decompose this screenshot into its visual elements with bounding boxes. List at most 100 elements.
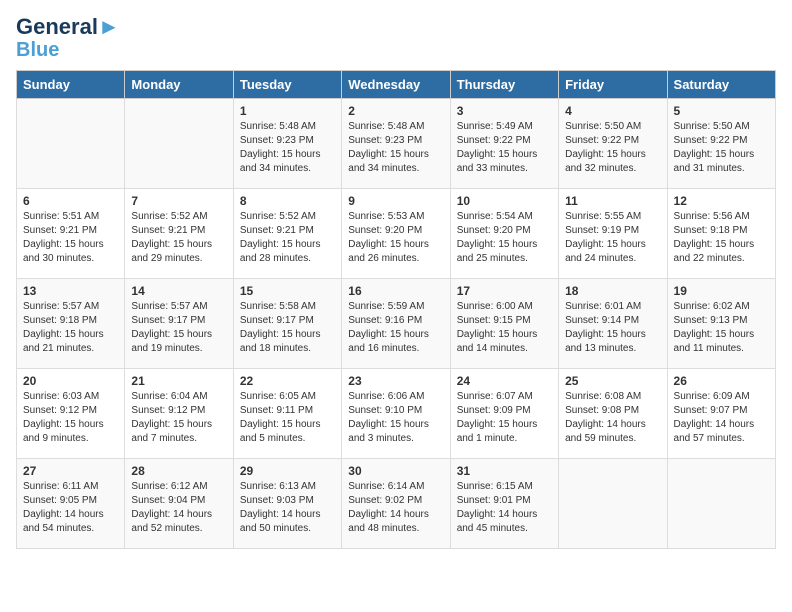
- day-number: 29: [240, 464, 335, 478]
- day-cell: 20 Sunrise: 6:03 AMSunset: 9:12 PMDaylig…: [17, 369, 125, 459]
- week-row-4: 20 Sunrise: 6:03 AMSunset: 9:12 PMDaylig…: [17, 369, 776, 459]
- day-cell: [667, 459, 775, 549]
- day-number: 31: [457, 464, 552, 478]
- day-cell: 23 Sunrise: 6:06 AMSunset: 9:10 PMDaylig…: [342, 369, 450, 459]
- day-number: 5: [674, 104, 769, 118]
- day-cell: 24 Sunrise: 6:07 AMSunset: 9:09 PMDaylig…: [450, 369, 558, 459]
- day-info: Sunrise: 6:12 AMSunset: 9:04 PMDaylight:…: [131, 480, 226, 536]
- day-info: Sunrise: 5:51 AMSunset: 9:21 PMDaylight:…: [23, 210, 118, 266]
- day-info: Sunrise: 6:13 AMSunset: 9:03 PMDaylight:…: [240, 480, 335, 536]
- day-cell: 28 Sunrise: 6:12 AMSunset: 9:04 PMDaylig…: [125, 459, 233, 549]
- day-info: Sunrise: 6:02 AMSunset: 9:13 PMDaylight:…: [674, 300, 769, 356]
- day-cell: [17, 99, 125, 189]
- day-cell: 27 Sunrise: 6:11 AMSunset: 9:05 PMDaylig…: [17, 459, 125, 549]
- day-info: Sunrise: 6:05 AMSunset: 9:11 PMDaylight:…: [240, 390, 335, 446]
- week-row-1: 1 Sunrise: 5:48 AMSunset: 9:23 PMDayligh…: [17, 99, 776, 189]
- day-cell: 13 Sunrise: 5:57 AMSunset: 9:18 PMDaylig…: [17, 279, 125, 369]
- calendar-table: SundayMondayTuesdayWednesdayThursdayFrid…: [16, 70, 776, 549]
- day-cell: 31 Sunrise: 6:15 AMSunset: 9:01 PMDaylig…: [450, 459, 558, 549]
- day-number: 14: [131, 284, 226, 298]
- logo-text: General► Blue: [16, 16, 120, 60]
- day-cell: 19 Sunrise: 6:02 AMSunset: 9:13 PMDaylig…: [667, 279, 775, 369]
- day-info: Sunrise: 5:48 AMSunset: 9:23 PMDaylight:…: [348, 120, 443, 176]
- day-number: 27: [23, 464, 118, 478]
- day-cell: [125, 99, 233, 189]
- day-cell: 17 Sunrise: 6:00 AMSunset: 9:15 PMDaylig…: [450, 279, 558, 369]
- day-cell: 5 Sunrise: 5:50 AMSunset: 9:22 PMDayligh…: [667, 99, 775, 189]
- day-info: Sunrise: 5:50 AMSunset: 9:22 PMDaylight:…: [565, 120, 660, 176]
- day-cell: 18 Sunrise: 6:01 AMSunset: 9:14 PMDaylig…: [559, 279, 667, 369]
- day-info: Sunrise: 5:54 AMSunset: 9:20 PMDaylight:…: [457, 210, 552, 266]
- header-saturday: Saturday: [667, 71, 775, 99]
- day-cell: 29 Sunrise: 6:13 AMSunset: 9:03 PMDaylig…: [233, 459, 341, 549]
- day-cell: 30 Sunrise: 6:14 AMSunset: 9:02 PMDaylig…: [342, 459, 450, 549]
- day-number: 25: [565, 374, 660, 388]
- header-wednesday: Wednesday: [342, 71, 450, 99]
- day-cell: 1 Sunrise: 5:48 AMSunset: 9:23 PMDayligh…: [233, 99, 341, 189]
- day-cell: 4 Sunrise: 5:50 AMSunset: 9:22 PMDayligh…: [559, 99, 667, 189]
- week-row-2: 6 Sunrise: 5:51 AMSunset: 9:21 PMDayligh…: [17, 189, 776, 279]
- header-monday: Monday: [125, 71, 233, 99]
- day-number: 1: [240, 104, 335, 118]
- day-cell: 8 Sunrise: 5:52 AMSunset: 9:21 PMDayligh…: [233, 189, 341, 279]
- logo: General► Blue: [16, 16, 120, 60]
- calendar-body: 1 Sunrise: 5:48 AMSunset: 9:23 PMDayligh…: [17, 99, 776, 549]
- day-cell: 10 Sunrise: 5:54 AMSunset: 9:20 PMDaylig…: [450, 189, 558, 279]
- day-number: 12: [674, 194, 769, 208]
- day-info: Sunrise: 5:56 AMSunset: 9:18 PMDaylight:…: [674, 210, 769, 266]
- day-number: 24: [457, 374, 552, 388]
- page-header: General► Blue: [16, 16, 776, 60]
- day-number: 7: [131, 194, 226, 208]
- day-cell: 16 Sunrise: 5:59 AMSunset: 9:16 PMDaylig…: [342, 279, 450, 369]
- day-info: Sunrise: 5:48 AMSunset: 9:23 PMDaylight:…: [240, 120, 335, 176]
- day-info: Sunrise: 5:57 AMSunset: 9:18 PMDaylight:…: [23, 300, 118, 356]
- day-cell: 25 Sunrise: 6:08 AMSunset: 9:08 PMDaylig…: [559, 369, 667, 459]
- day-number: 20: [23, 374, 118, 388]
- day-number: 23: [348, 374, 443, 388]
- day-cell: 21 Sunrise: 6:04 AMSunset: 9:12 PMDaylig…: [125, 369, 233, 459]
- header-sunday: Sunday: [17, 71, 125, 99]
- day-info: Sunrise: 5:58 AMSunset: 9:17 PMDaylight:…: [240, 300, 335, 356]
- day-number: 9: [348, 194, 443, 208]
- day-number: 28: [131, 464, 226, 478]
- day-info: Sunrise: 6:06 AMSunset: 9:10 PMDaylight:…: [348, 390, 443, 446]
- day-info: Sunrise: 6:00 AMSunset: 9:15 PMDaylight:…: [457, 300, 552, 356]
- day-number: 8: [240, 194, 335, 208]
- day-number: 6: [23, 194, 118, 208]
- day-cell: 14 Sunrise: 5:57 AMSunset: 9:17 PMDaylig…: [125, 279, 233, 369]
- day-cell: 9 Sunrise: 5:53 AMSunset: 9:20 PMDayligh…: [342, 189, 450, 279]
- day-info: Sunrise: 5:59 AMSunset: 9:16 PMDaylight:…: [348, 300, 443, 356]
- day-number: 16: [348, 284, 443, 298]
- day-cell: 6 Sunrise: 5:51 AMSunset: 9:21 PMDayligh…: [17, 189, 125, 279]
- day-info: Sunrise: 6:09 AMSunset: 9:07 PMDaylight:…: [674, 390, 769, 446]
- day-number: 21: [131, 374, 226, 388]
- day-number: 11: [565, 194, 660, 208]
- day-info: Sunrise: 6:14 AMSunset: 9:02 PMDaylight:…: [348, 480, 443, 536]
- day-info: Sunrise: 5:50 AMSunset: 9:22 PMDaylight:…: [674, 120, 769, 176]
- day-info: Sunrise: 5:52 AMSunset: 9:21 PMDaylight:…: [131, 210, 226, 266]
- day-info: Sunrise: 6:04 AMSunset: 9:12 PMDaylight:…: [131, 390, 226, 446]
- day-cell: 11 Sunrise: 5:55 AMSunset: 9:19 PMDaylig…: [559, 189, 667, 279]
- day-cell: 22 Sunrise: 6:05 AMSunset: 9:11 PMDaylig…: [233, 369, 341, 459]
- day-info: Sunrise: 6:03 AMSunset: 9:12 PMDaylight:…: [23, 390, 118, 446]
- day-cell: 12 Sunrise: 5:56 AMSunset: 9:18 PMDaylig…: [667, 189, 775, 279]
- day-info: Sunrise: 5:52 AMSunset: 9:21 PMDaylight:…: [240, 210, 335, 266]
- day-number: 19: [674, 284, 769, 298]
- header-thursday: Thursday: [450, 71, 558, 99]
- day-number: 13: [23, 284, 118, 298]
- calendar-header-row: SundayMondayTuesdayWednesdayThursdayFrid…: [17, 71, 776, 99]
- day-info: Sunrise: 5:57 AMSunset: 9:17 PMDaylight:…: [131, 300, 226, 356]
- header-friday: Friday: [559, 71, 667, 99]
- day-number: 10: [457, 194, 552, 208]
- week-row-5: 27 Sunrise: 6:11 AMSunset: 9:05 PMDaylig…: [17, 459, 776, 549]
- day-info: Sunrise: 6:07 AMSunset: 9:09 PMDaylight:…: [457, 390, 552, 446]
- day-number: 2: [348, 104, 443, 118]
- day-cell: 2 Sunrise: 5:48 AMSunset: 9:23 PMDayligh…: [342, 99, 450, 189]
- day-cell: 15 Sunrise: 5:58 AMSunset: 9:17 PMDaylig…: [233, 279, 341, 369]
- day-number: 4: [565, 104, 660, 118]
- day-number: 3: [457, 104, 552, 118]
- day-number: 30: [348, 464, 443, 478]
- week-row-3: 13 Sunrise: 5:57 AMSunset: 9:18 PMDaylig…: [17, 279, 776, 369]
- day-info: Sunrise: 5:49 AMSunset: 9:22 PMDaylight:…: [457, 120, 552, 176]
- header-tuesday: Tuesday: [233, 71, 341, 99]
